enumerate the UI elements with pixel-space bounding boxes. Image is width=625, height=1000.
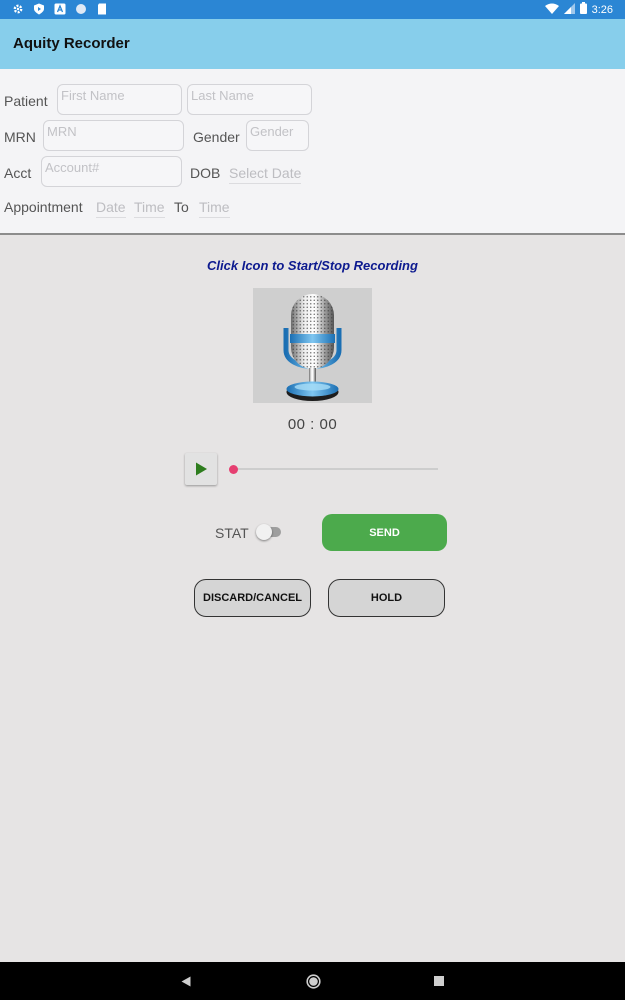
patient-label: Patient <box>4 93 48 109</box>
play-icon <box>196 462 207 476</box>
sd-card-icon <box>96 3 108 15</box>
last-name-field[interactable] <box>187 84 312 115</box>
signal-icon <box>563 2 575 17</box>
seekbar-thumb[interactable] <box>229 465 238 474</box>
circle-icon <box>75 3 87 15</box>
stat-toggle-knob <box>256 524 272 540</box>
microphone-icon <box>283 294 342 401</box>
recents-icon[interactable] <box>431 973 447 989</box>
status-bar: 3:26 <box>0 0 625 19</box>
settings-icon <box>12 3 24 15</box>
stat-label: STAT <box>215 525 249 541</box>
recording-timer: 00 : 00 <box>287 416 338 433</box>
mrn-field[interactable] <box>43 120 184 151</box>
gender-label: Gender <box>193 129 240 145</box>
font-a-icon <box>54 3 66 15</box>
dob-picker[interactable]: Select Date <box>229 165 302 184</box>
play-button[interactable] <box>185 453 217 485</box>
app-title: Aquity Recorder <box>13 35 130 52</box>
hold-button[interactable]: HOLD <box>328 579 445 617</box>
clock: 3:26 <box>591 3 613 16</box>
wifi-icon <box>544 3 559 17</box>
stat-toggle[interactable] <box>256 524 282 540</box>
acct-label: Acct <box>4 165 32 181</box>
appointment-end-time-picker[interactable]: Time <box>199 199 230 218</box>
appointment-start-time-picker[interactable]: Time <box>134 199 165 218</box>
home-icon[interactable] <box>305 973 321 989</box>
appointment-date-picker[interactable]: Date <box>96 199 126 218</box>
send-button[interactable]: SEND <box>322 514 447 551</box>
to-label: To <box>174 199 189 215</box>
appointment-label: Appointment <box>4 199 83 215</box>
gender-field[interactable] <box>246 120 309 151</box>
patient-form: Patient MRN Gender Acct DOB Select Date … <box>0 69 625 235</box>
notification-icons <box>12 3 108 15</box>
app-bar: Aquity Recorder <box>0 19 625 69</box>
shield-play-icon <box>33 3 45 15</box>
battery-icon <box>579 2 587 17</box>
playback-seekbar[interactable] <box>233 468 438 470</box>
discard-cancel-button[interactable]: DISCARD/CANCEL <box>194 579 311 617</box>
first-name-field[interactable] <box>57 84 182 115</box>
back-icon[interactable] <box>178 973 194 989</box>
dob-label: DOB <box>190 165 221 181</box>
mrn-label: MRN <box>4 129 36 145</box>
record-toggle-button[interactable] <box>253 288 372 403</box>
navigation-bar <box>0 962 625 1000</box>
system-icons: 3:26 <box>544 2 613 17</box>
recording-hint: Click Icon to Start/Stop Recording <box>207 258 418 273</box>
account-field[interactable] <box>41 156 182 187</box>
